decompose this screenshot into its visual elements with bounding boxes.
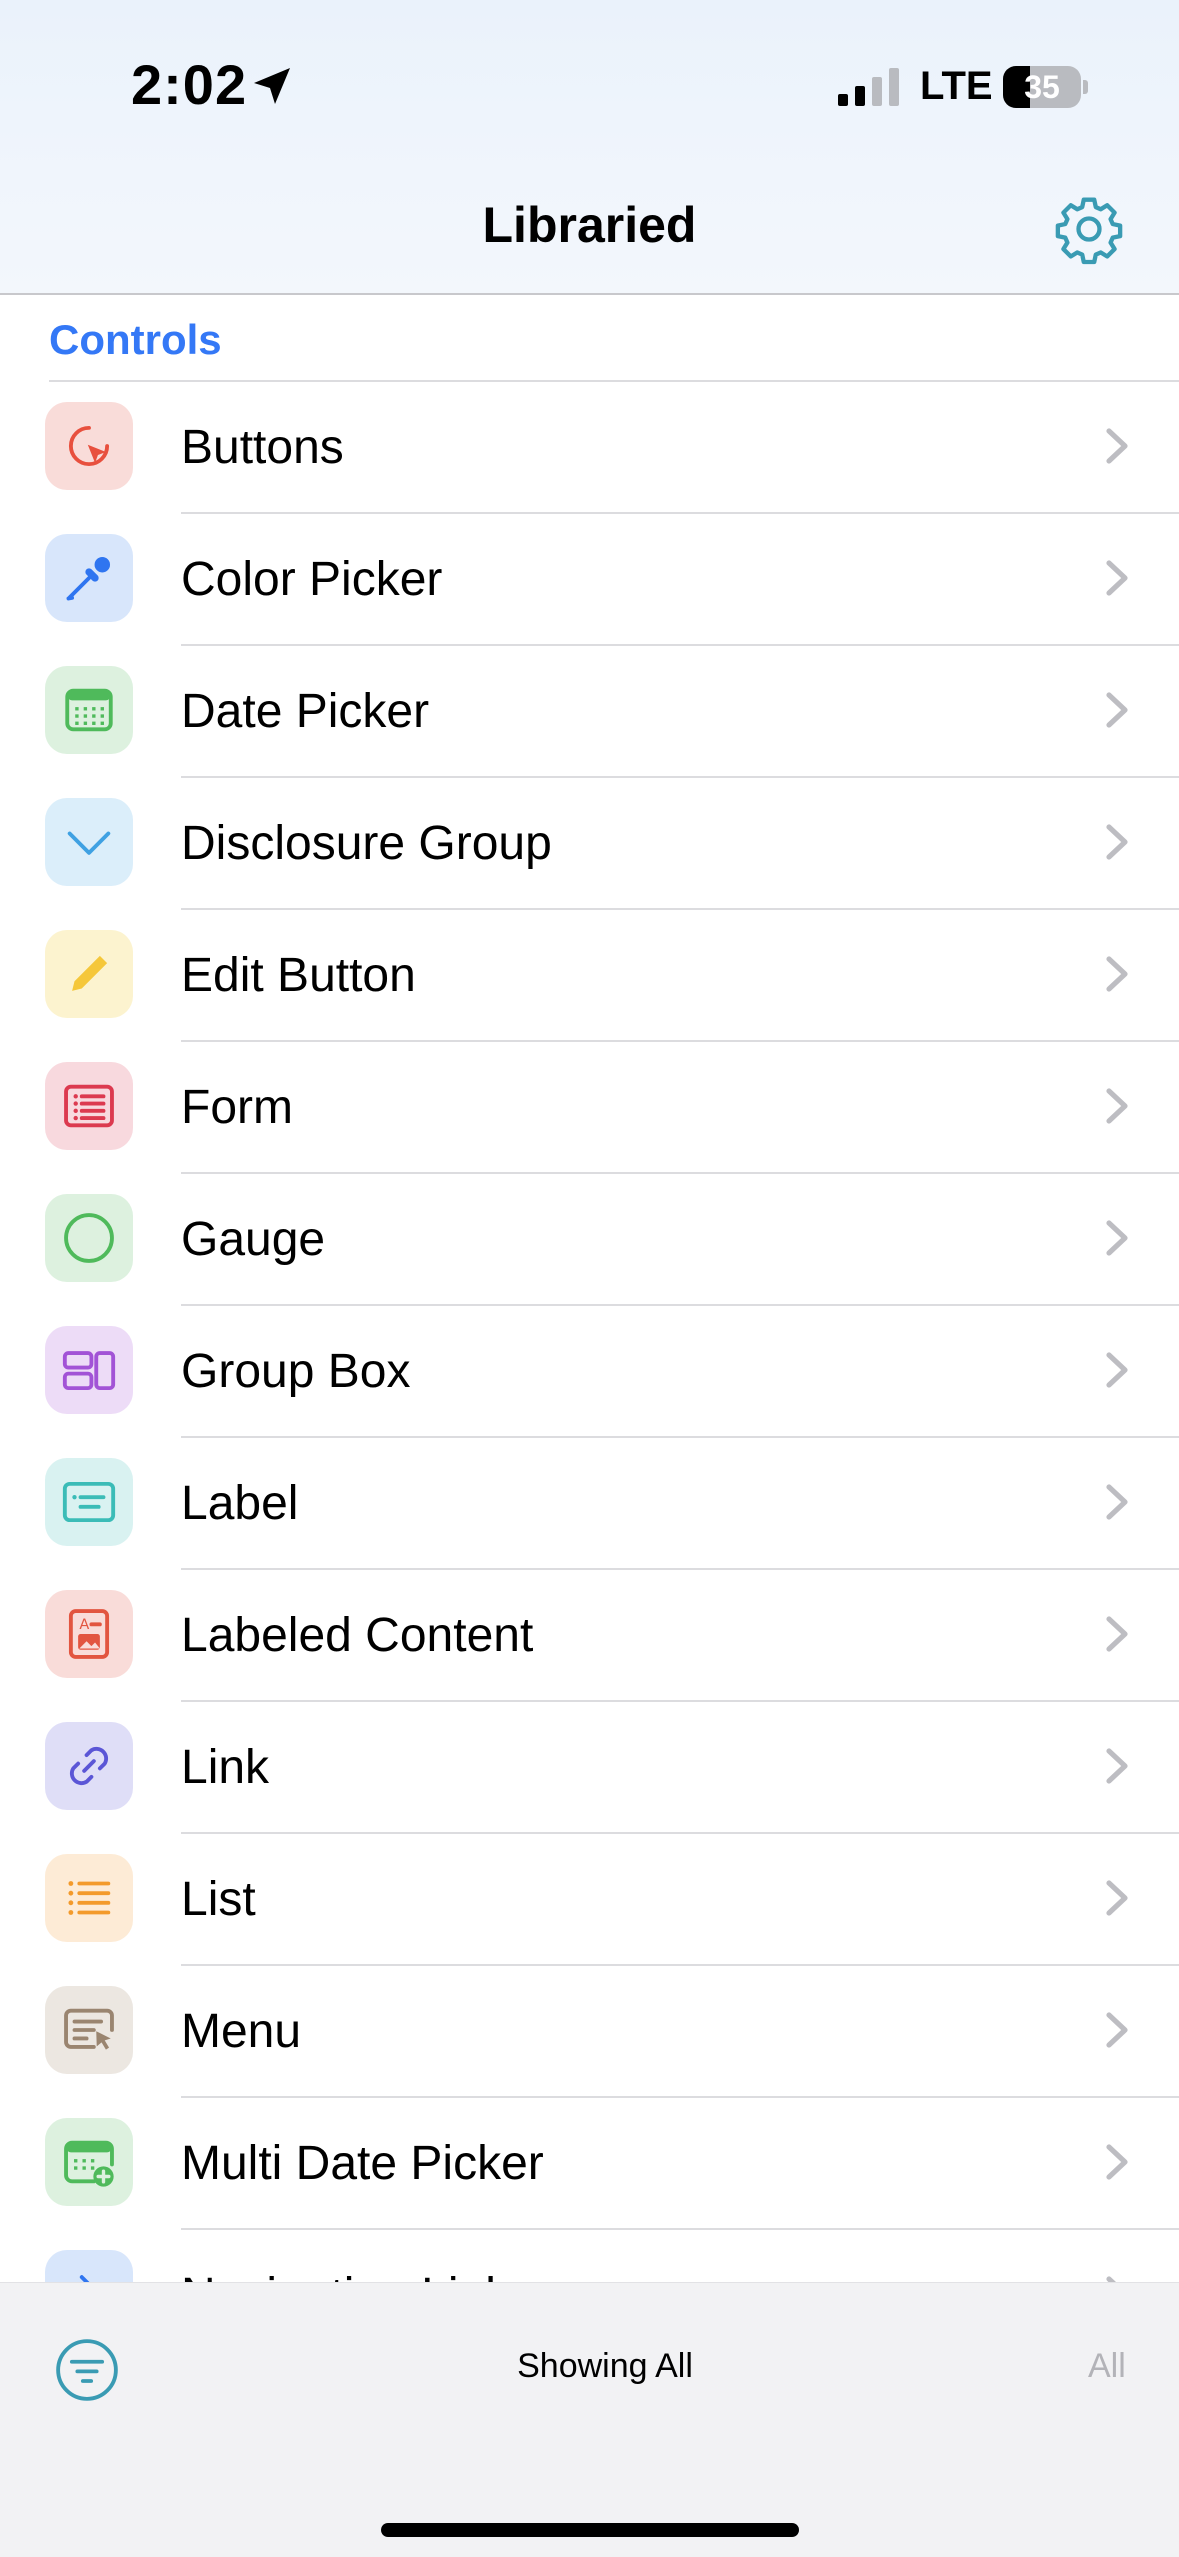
list-item-multi-date-picker[interactable]: Multi Date Picker (0, 2098, 1179, 2230)
list-item-buttons[interactable]: Buttons (0, 382, 1179, 514)
chevron-right-icon (1106, 1616, 1128, 1652)
gear-icon[interactable] (1052, 192, 1126, 266)
pencil-icon (45, 930, 133, 1018)
calendar-plus-icon (45, 2118, 133, 2206)
list-item-disclosure-group[interactable]: Disclosure Group (0, 778, 1179, 910)
status-time: 2:02 (131, 53, 248, 116)
labeled-content-icon: A (45, 1590, 133, 1678)
list-item-label: List (181, 1873, 256, 1926)
form-icon (45, 1062, 133, 1150)
menu-icon (45, 1986, 133, 2074)
chevron-right-icon (1106, 1484, 1128, 1520)
list-icon (45, 1854, 133, 1942)
list-item-labeled-content[interactable]: A Labeled Content (0, 1570, 1179, 1702)
list-item-label: Link (181, 1741, 270, 1794)
list-item-label: Group Box (181, 1345, 411, 1398)
chevron-right-icon (1106, 824, 1128, 860)
list-item-label: Gauge (181, 1213, 326, 1266)
list-item-label: Date Picker (181, 685, 430, 738)
list-item-label: Multi Date Picker (181, 2137, 544, 2190)
list-item-label: Label (181, 1477, 299, 1530)
list-item-label: Edit Button (181, 949, 416, 1002)
location-arrow-icon (254, 68, 290, 104)
chevron-right-icon (1106, 2012, 1128, 2048)
list-item-label: Navigation Link (181, 2268, 509, 2282)
chevron-right-icon (1106, 1352, 1128, 1388)
label-icon (45, 1458, 133, 1546)
bottom-toolbar: Showing All All (0, 2282, 1179, 2557)
list-item-color-picker[interactable]: Color Picker (0, 514, 1179, 646)
chevron-right-icon (1106, 692, 1128, 728)
group-box-icon (45, 1326, 133, 1414)
list-item-label[interactable]: Label (0, 1438, 1179, 1570)
list-item-navigation-link[interactable]: Navigation Link (0, 2230, 1179, 2282)
chevron-right-icon (1106, 560, 1128, 596)
battery-percentage: 35 (1024, 69, 1060, 105)
list-item-group-box[interactable]: Group Box (0, 1306, 1179, 1438)
chevron-right-icon (1106, 956, 1128, 992)
chevron-right-icon (1106, 1748, 1128, 1784)
list-item-label: Form (181, 1081, 293, 1134)
navigation-header: 2:02 LTE 35 Libraried (0, 0, 1179, 295)
eyedropper-icon (45, 534, 133, 622)
status-bar: 2:02 LTE 35 (0, 0, 1179, 175)
list-item-label: Buttons (181, 421, 344, 474)
cursor-click-icon (45, 402, 133, 490)
chevron-right-icon (1106, 1880, 1128, 1916)
home-indicator (381, 2523, 799, 2537)
page-title: Libraried (482, 197, 697, 253)
link-icon (45, 1722, 133, 1810)
chevron-right-icon (1106, 1220, 1128, 1256)
network-type: LTE (920, 64, 993, 108)
all-button[interactable]: All (1088, 2347, 1126, 2386)
controls-list: Buttons Color Picker Date Picker Disclosure… (0, 382, 1179, 2282)
battery-icon: 35 (1003, 66, 1088, 108)
list-item-label: Menu (181, 2005, 302, 2058)
calendar-icon (45, 666, 133, 754)
chevron-right-icon (1106, 2144, 1128, 2180)
chevron-down-icon (45, 798, 133, 886)
chevron-right-icon (1106, 1088, 1128, 1124)
filter-status-text: Showing All (517, 2347, 693, 2385)
chevron-right-icon (1106, 428, 1128, 464)
list-item-label: Color Picker (181, 553, 443, 606)
navigation-link-icon (45, 2250, 133, 2282)
list-item-list[interactable]: List (0, 1834, 1179, 1966)
list-item-gauge[interactable]: Gauge (0, 1174, 1179, 1306)
svg-text:A: A (79, 1617, 89, 1633)
circle-icon (45, 1194, 133, 1282)
cellular-signal-icon (838, 68, 899, 106)
list-item-edit-button[interactable]: Edit Button (0, 910, 1179, 1042)
chevron-right-icon (1106, 2276, 1117, 2282)
list-item-link[interactable]: Link (0, 1702, 1179, 1834)
list-item-date-picker[interactable]: Date Picker (0, 646, 1179, 778)
list-item-label: Labeled Content (181, 1609, 534, 1662)
section-header-controls: Controls (49, 316, 222, 363)
list-item-form[interactable]: Form (0, 1042, 1179, 1174)
list-item-menu[interactable]: Menu (0, 1966, 1179, 2098)
list-item-label: Disclosure Group (181, 817, 552, 870)
